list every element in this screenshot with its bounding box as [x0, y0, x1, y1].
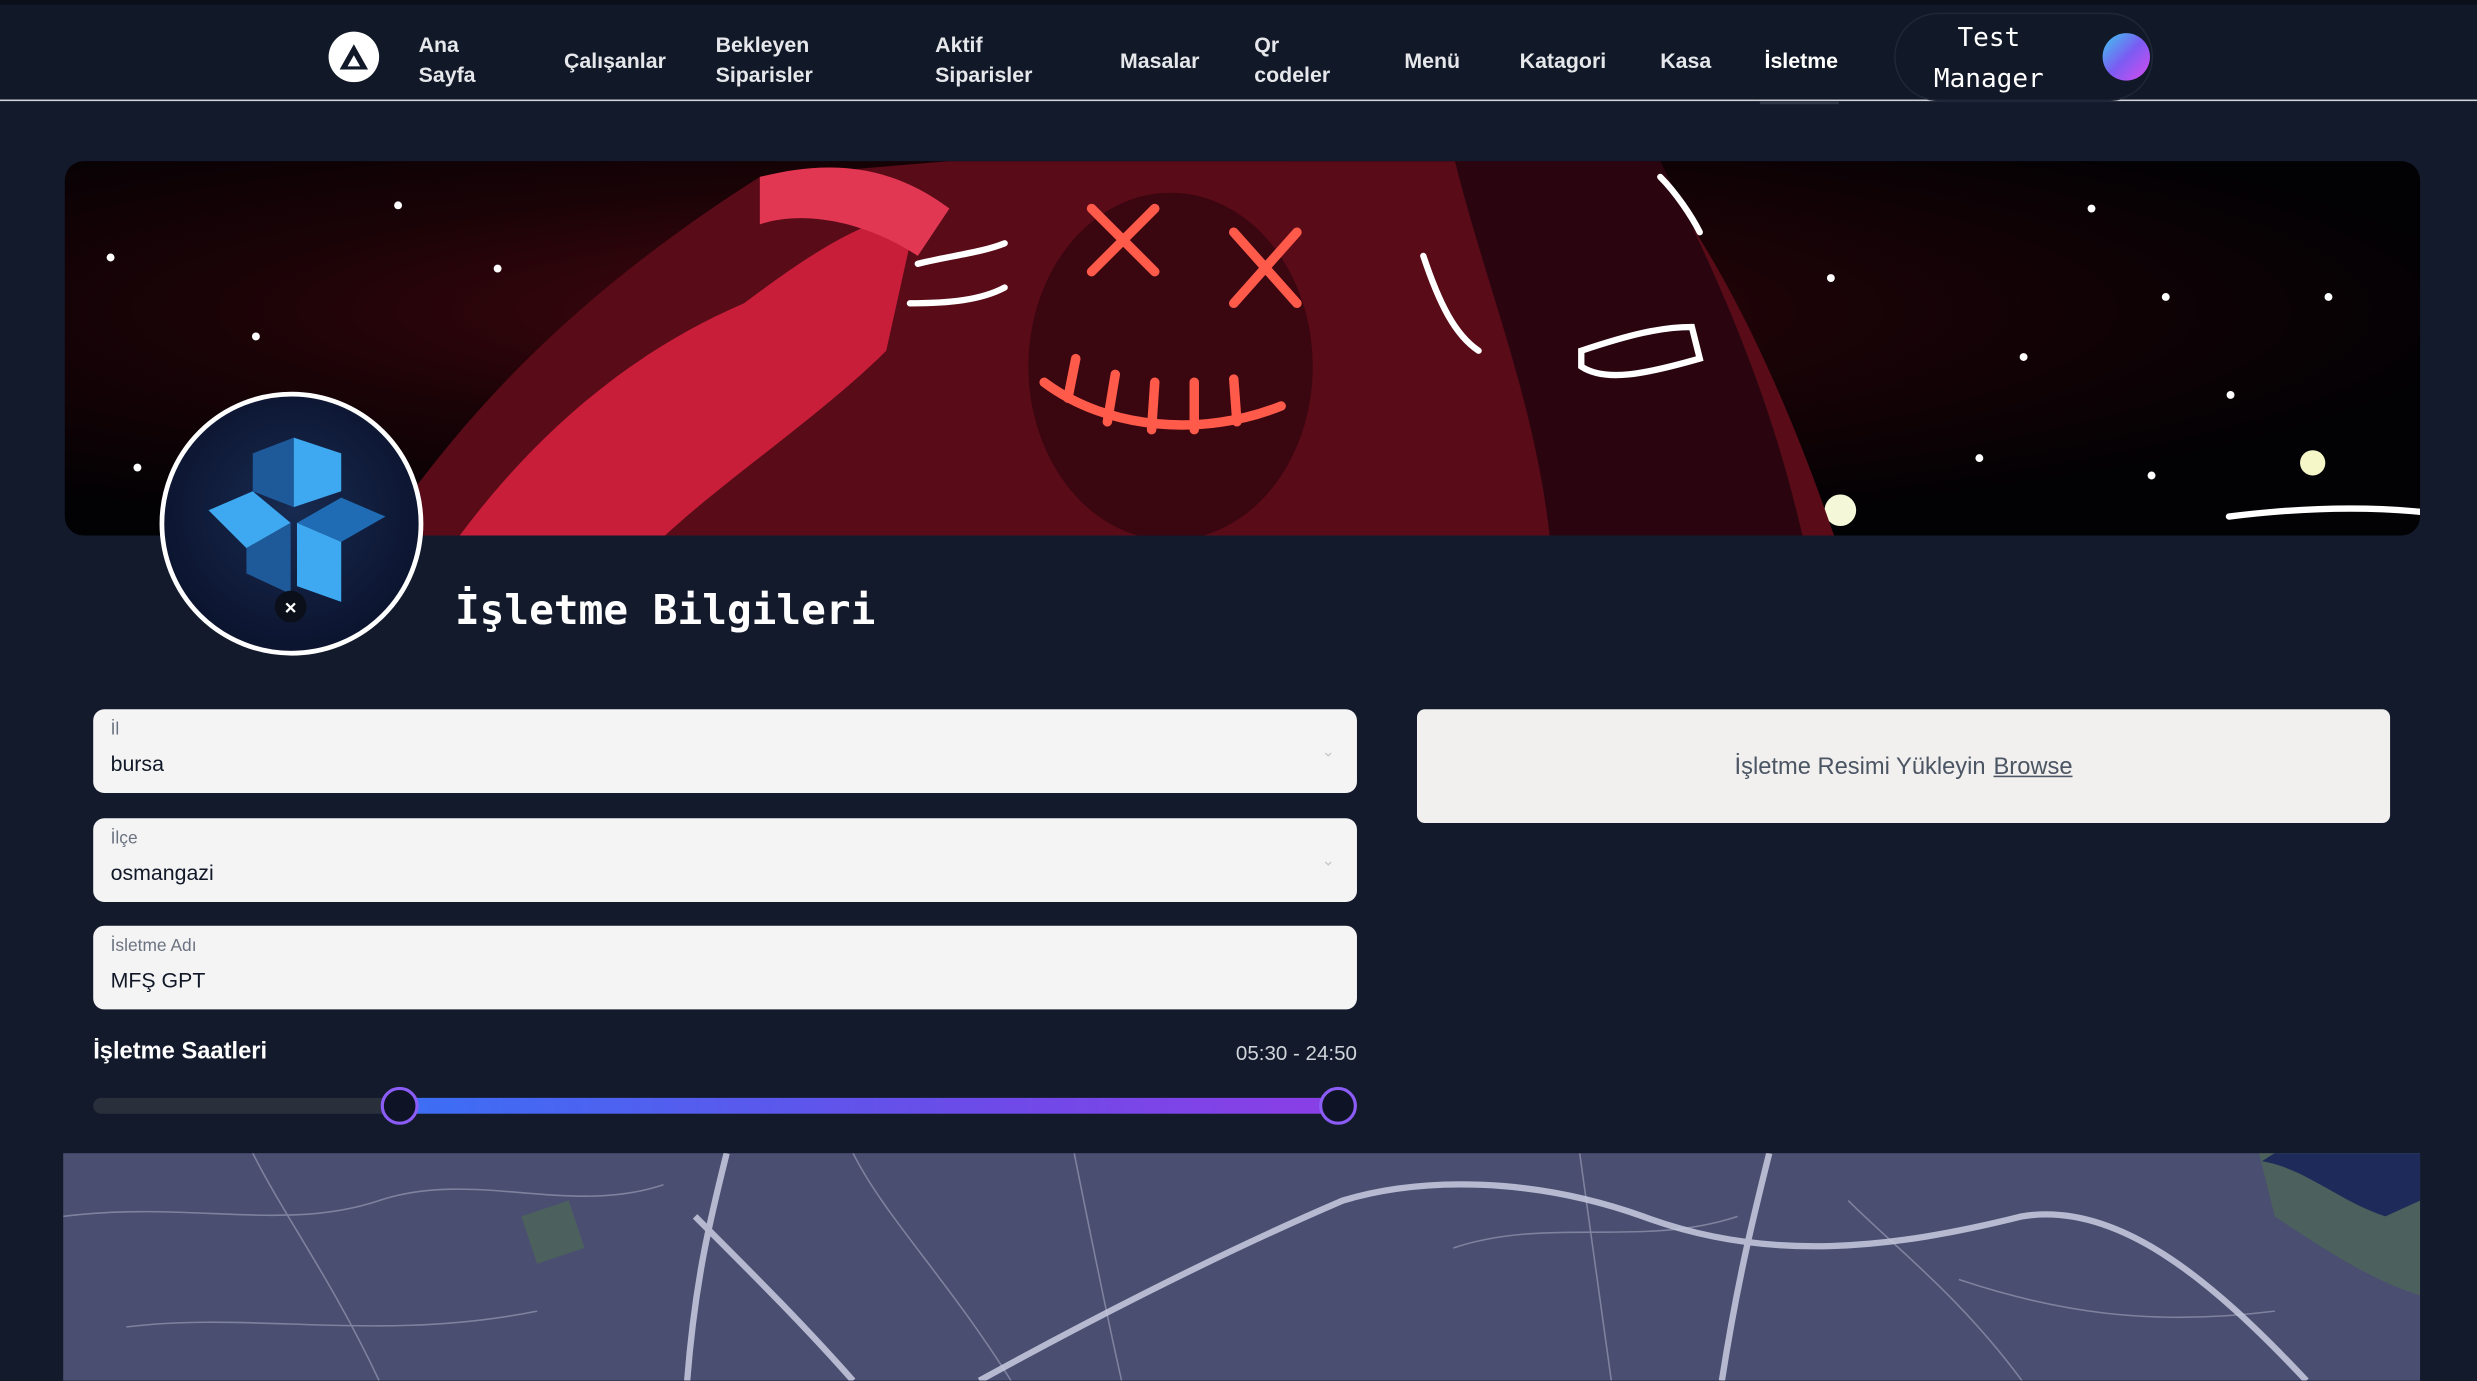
nav-item-calisanlar[interactable]: Çalışanlar	[564, 46, 666, 76]
nav-item-bekleyen-siparisler[interactable]: Bekleyen Siparisler	[716, 30, 813, 90]
hours-label: İşletme Saatleri	[93, 1037, 268, 1065]
nav-item-kasa[interactable]: Kasa	[1660, 46, 1711, 76]
browse-link[interactable]: Browse	[1994, 753, 2073, 780]
nav-item-ana-sayfa[interactable]: Ana Sayfa	[419, 30, 476, 90]
isletme-adi-label: İsletme Adı	[110, 936, 197, 956]
il-value: bursa	[110, 751, 164, 776]
map-image	[63, 1153, 2421, 1381]
banner-image	[106, 161, 2421, 536]
avatar[interactable]	[2102, 33, 2150, 81]
triangle-logo-icon[interactable]	[328, 31, 380, 83]
location-map[interactable]	[63, 1153, 2421, 1381]
cover-banner	[64, 161, 2421, 536]
active-tab-indicator	[1759, 101, 1839, 105]
hours-slider-start-handle[interactable]	[381, 1086, 420, 1125]
image-upload-dropzone[interactable]: İşletme Resimi Yükleyin Browse	[1416, 709, 2391, 824]
isletme-adi-value: MFŞ GPT	[110, 968, 206, 993]
il-select[interactable]: İl bursa ⌄	[93, 709, 1357, 794]
hours-value: 05:30 - 24:50	[1235, 1041, 1357, 1065]
ilce-select[interactable]: İlçe osmangazi ⌄	[93, 818, 1357, 903]
nav-item-aktif-siparisler[interactable]: Aktif Siparisler	[935, 30, 1032, 90]
nav-item-isletme[interactable]: İsletme	[1765, 46, 1839, 76]
chevron-down-icon: ⌄	[1321, 744, 1335, 762]
top-navbar: Ana Sayfa Çalışanlar Bekleyen Siparisler…	[0, 0, 2477, 105]
nav-item-katagori[interactable]: Katagori	[1520, 46, 1607, 76]
hours-slider-end-handle[interactable]	[1319, 1086, 1357, 1125]
ilce-label: İlçe	[110, 829, 138, 849]
isletme-adi-field[interactable]: İsletme Adı MFŞ GPT	[93, 925, 1357, 1010]
upload-text: İşletme Resimi Yükleyin	[1734, 752, 1986, 780]
ilce-value: osmangazi	[110, 860, 214, 885]
nav-item-qr-codeler[interactable]: Qr codeler	[1254, 30, 1330, 90]
chevron-down-icon: ⌄	[1321, 853, 1335, 871]
nav-item-masalar[interactable]: Masalar	[1120, 46, 1199, 76]
page-title: İşletme Bilgileri	[454, 587, 876, 636]
hours-slider-range	[400, 1097, 1338, 1114]
user-name[interactable]: Test Manager	[1918, 17, 2060, 99]
remove-logo-button[interactable]: ×	[274, 590, 307, 623]
nav-item-menu[interactable]: Menü	[1404, 46, 1460, 76]
il-label: İl	[110, 720, 120, 740]
